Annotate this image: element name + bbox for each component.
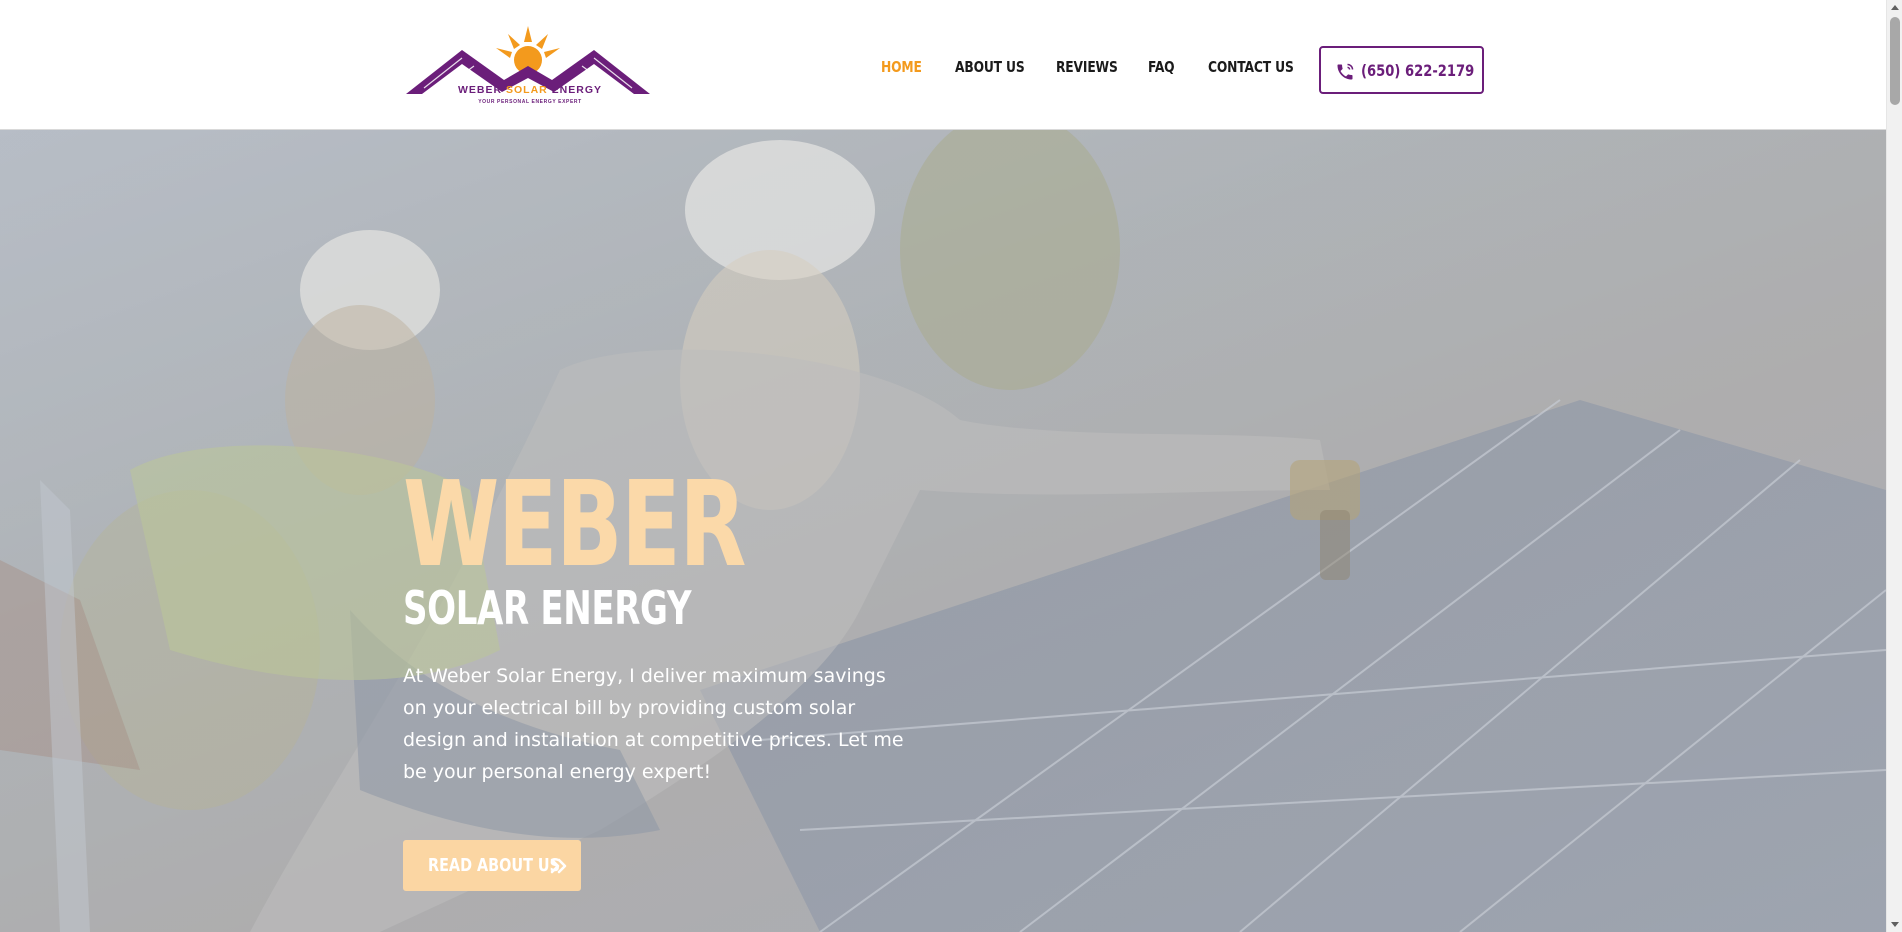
scroll-up-arrow-icon[interactable] [1887, 0, 1902, 16]
hero-title: WEBER [403, 455, 746, 593]
nav-about-us[interactable]: ABOUT US [955, 58, 1025, 76]
scroll-down-arrow-icon[interactable] [1887, 916, 1902, 932]
phone-icon [1337, 63, 1354, 80]
read-about-us-button[interactable]: READ ABOUT US [403, 840, 581, 891]
read-about-us-label: READ ABOUT US [428, 855, 560, 876]
site-logo[interactable]: WEBER SOLAR ENERGY YOUR PERSONAL ENERGY … [404, 22, 654, 108]
scrollbar-thumb[interactable] [1890, 17, 1900, 105]
hero-description: At Weber Solar Energy, I deliver maximum… [403, 665, 904, 783]
hero-subtitle: SOLAR ENERGY [403, 581, 692, 635]
double-chevron-right-icon [550, 858, 567, 874]
nav-home[interactable]: HOME [881, 58, 922, 76]
phone-call-button[interactable]: (650) 622-2179 [1319, 46, 1484, 94]
phone-number: (650) 622-2179 [1361, 61, 1475, 80]
site-header: WEBER SOLAR ENERGY YOUR PERSONAL ENERGY … [0, 0, 1886, 130]
nav-contact-us[interactable]: CONTACT US [1208, 58, 1294, 76]
page-scrollbar[interactable] [1886, 0, 1902, 932]
nav-reviews[interactable]: REVIEWS [1056, 58, 1118, 76]
hero-section: WEBER SOLAR ENERGY At Weber Solar Energy… [0, 130, 1886, 932]
hero-background-image [0, 130, 1886, 932]
nav-faq[interactable]: FAQ [1148, 58, 1175, 76]
logo-wordmark: WEBER SOLAR ENERGY [457, 84, 603, 96]
logo-tagline: YOUR PERSONAL ENERGY EXPERT [478, 99, 582, 105]
